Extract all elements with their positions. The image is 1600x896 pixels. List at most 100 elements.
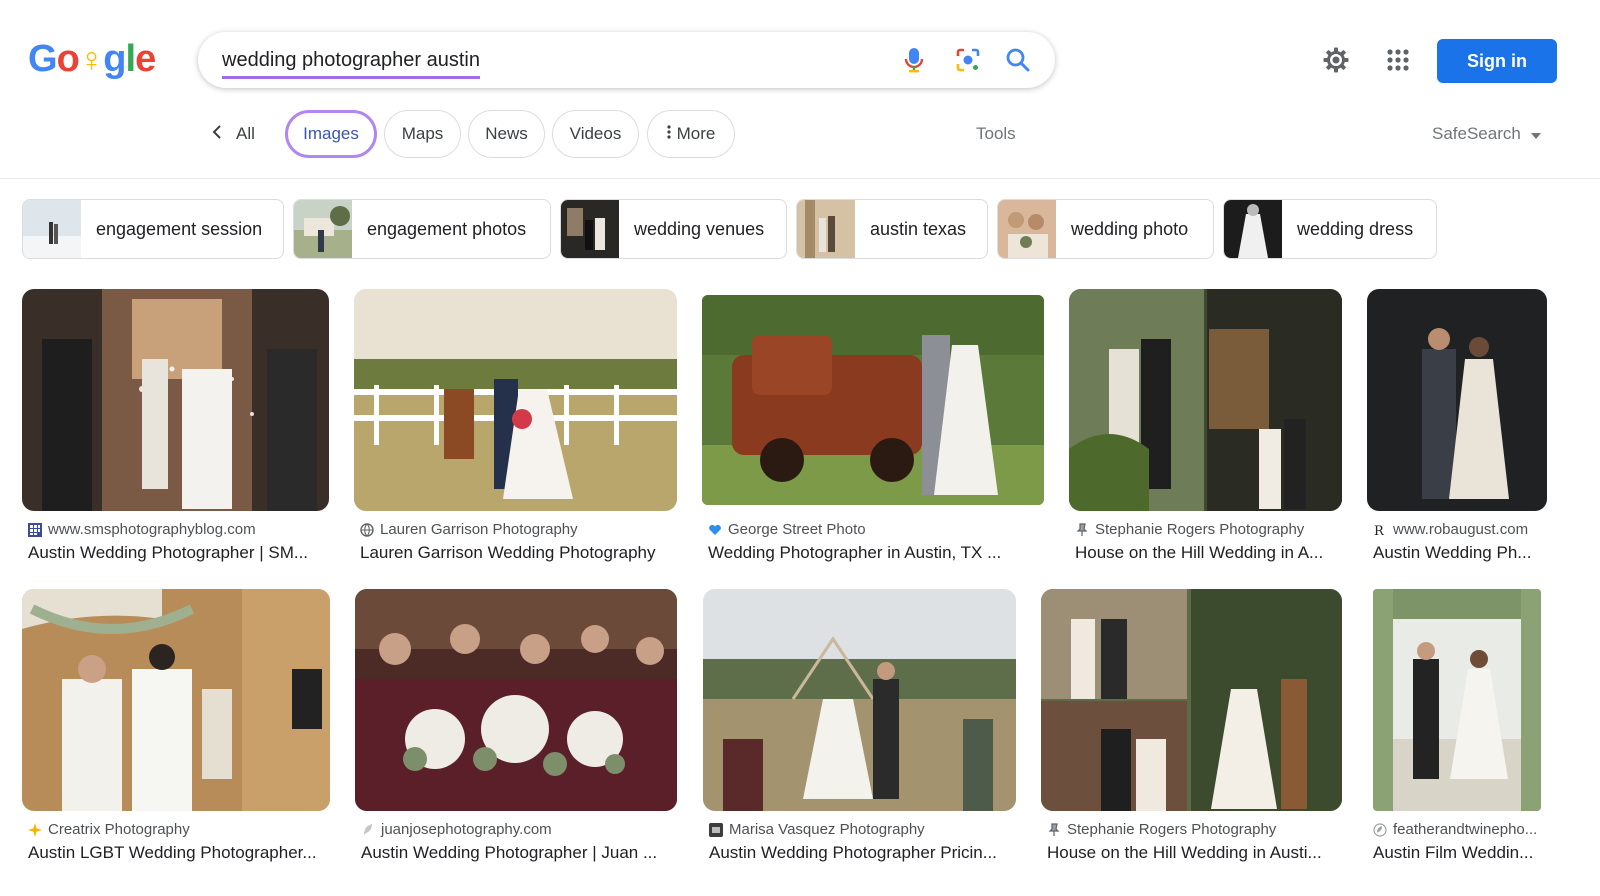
chip-thumbnail: [797, 200, 855, 258]
feather-circle-favicon-icon: [1373, 822, 1387, 837]
result-source[interactable]: Creatrix Photography: [28, 821, 328, 838]
related-chip-engagement-photos[interactable]: engagement photos: [293, 199, 551, 259]
chip-label: engagement photos: [367, 218, 527, 239]
related-chip-wedding-dress[interactable]: wedding dress: [1223, 199, 1437, 259]
chip-thumbnail: [23, 200, 81, 258]
tab-news[interactable]: News: [468, 110, 545, 158]
result-title[interactable]: Austin Wedding Photographer Pricin...: [709, 843, 1019, 863]
header-divider: [0, 178, 1600, 179]
related-chip-engagement-session[interactable]: engagement session: [22, 199, 284, 259]
camera-lens-icon[interactable]: [954, 46, 982, 74]
source-text: featherandtwinepho...: [1393, 821, 1538, 838]
sign-in-button[interactable]: Sign in: [1437, 39, 1557, 83]
result-source[interactable]: Stephanie Rogers Photography: [1047, 821, 1345, 838]
caret-down-icon: [1530, 124, 1541, 144]
result-title[interactable]: House on the Hill Wedding in Austi...: [1047, 843, 1345, 863]
source-text: www.smsphotographyblog.com: [48, 521, 256, 538]
tab-all[interactable]: All: [212, 110, 255, 158]
chip-label: wedding venues: [634, 218, 765, 239]
search-box[interactable]: wedding photographer austin: [198, 32, 1055, 88]
settings-gear-icon[interactable]: [1320, 44, 1352, 76]
tab-videos[interactable]: Videos: [552, 110, 639, 158]
tools-button[interactable]: Tools: [976, 124, 1016, 144]
source-text: George Street Photo: [728, 521, 866, 538]
microphone-icon[interactable]: [900, 46, 928, 74]
apps-grid-icon[interactable]: [1382, 44, 1414, 76]
logo-letter-g2: g: [103, 38, 126, 80]
source-text: Creatrix Photography: [48, 821, 190, 838]
pin-favicon-icon: [1075, 522, 1089, 537]
result-image[interactable]: [1041, 589, 1342, 811]
source-text: Lauren Garrison Photography: [380, 521, 578, 538]
result-image[interactable]: [22, 289, 329, 511]
search-icon[interactable]: [1004, 46, 1032, 74]
result-source[interactable]: featherandtwinepho...: [1373, 821, 1551, 838]
source-text: Stephanie Rogers Photography: [1067, 821, 1277, 838]
result-source[interactable]: Lauren Garrison Photography: [360, 521, 675, 538]
result-title[interactable]: Austin Wedding Photographer | SM...: [28, 543, 328, 563]
chip-label: austin texas: [870, 218, 967, 239]
result-title[interactable]: Austin Film Weddin...: [1373, 843, 1551, 863]
result-title[interactable]: Austin LGBT Wedding Photographer...: [28, 843, 328, 863]
tab-maps[interactable]: Maps: [384, 110, 461, 158]
result-source[interactable]: juanjosephotography.com: [361, 821, 676, 838]
chevron-left-icon: [212, 124, 222, 145]
heart-favicon-icon: [708, 523, 722, 537]
google-logo[interactable]: Go♀gle: [28, 38, 156, 81]
chip-thumbnail: [998, 200, 1056, 258]
logo-letter-l: l: [125, 38, 137, 80]
chip-thumbnail: [294, 200, 352, 258]
feather-favicon-icon: [361, 823, 375, 837]
result-source[interactable]: www.smsphotographyblog.com: [28, 521, 328, 538]
tab-more[interactable]: More: [647, 110, 735, 158]
more-vert-icon: [667, 124, 671, 144]
source-text: Marisa Vasquez Photography: [729, 821, 925, 838]
result-image[interactable]: [702, 295, 1044, 505]
result-image[interactable]: [703, 589, 1016, 811]
result-title[interactable]: Wedding Photographer in Austin, TX ...: [708, 543, 1048, 563]
photo-square-favicon-icon: [709, 822, 723, 837]
source-text: www.robaugust.com: [1393, 521, 1529, 538]
source-text: Stephanie Rogers Photography: [1095, 521, 1305, 538]
related-chip-austin-texas[interactable]: austin texas: [796, 199, 988, 259]
chip-label: wedding photo: [1071, 218, 1189, 239]
result-image[interactable]: [22, 589, 330, 811]
tab-maps-label: Maps: [401, 124, 444, 143]
tab-videos-label: Videos: [569, 124, 622, 143]
result-image[interactable]: [1367, 289, 1547, 511]
result-image[interactable]: [355, 589, 677, 811]
result-title[interactable]: House on the Hill Wedding in A...: [1075, 543, 1345, 563]
related-chip-wedding-photo[interactable]: wedding photo: [997, 199, 1214, 259]
star-favicon-icon: [28, 822, 42, 837]
result-image[interactable]: [1069, 289, 1342, 511]
chip-thumbnail: [561, 200, 619, 258]
safesearch-dropdown[interactable]: SafeSearch: [1432, 124, 1541, 144]
result-image[interactable]: [354, 289, 677, 511]
result-source[interactable]: George Street Photo: [708, 521, 1048, 538]
result-title[interactable]: Austin Wedding Photographer | Juan ...: [361, 843, 676, 863]
source-text: juanjosephotography.com: [381, 821, 552, 838]
r-favicon-icon: R: [1373, 523, 1387, 539]
result-source[interactable]: Rwww.robaugust.com: [1373, 521, 1551, 538]
tab-more-label: More: [676, 124, 716, 143]
logo-letter-g: G: [28, 38, 58, 80]
svg-text:R: R: [1374, 524, 1385, 537]
chip-label: engagement session: [96, 218, 263, 239]
grid-favicon-icon: [28, 522, 42, 537]
search-input[interactable]: wedding photographer austin: [222, 49, 480, 79]
result-source[interactable]: Stephanie Rogers Photography: [1075, 521, 1345, 538]
tab-news-label: News: [485, 124, 528, 143]
tab-images-label: Images: [303, 124, 359, 143]
tab-all-label: All: [236, 124, 255, 143]
tab-images[interactable]: Images: [285, 110, 377, 158]
result-source[interactable]: Marisa Vasquez Photography: [709, 821, 1019, 838]
logo-letter-o: o: [56, 38, 80, 80]
result-title[interactable]: Lauren Garrison Wedding Photography: [360, 543, 675, 563]
result-image[interactable]: [1373, 589, 1541, 811]
chip-thumbnail: [1224, 200, 1282, 258]
result-title[interactable]: Austin Wedding Ph...: [1373, 543, 1551, 563]
globe-favicon-icon: [360, 522, 374, 537]
logo-letter-e: e: [135, 38, 156, 80]
related-chip-wedding-venues[interactable]: wedding venues: [560, 199, 787, 259]
chip-label: wedding dress: [1297, 218, 1414, 239]
